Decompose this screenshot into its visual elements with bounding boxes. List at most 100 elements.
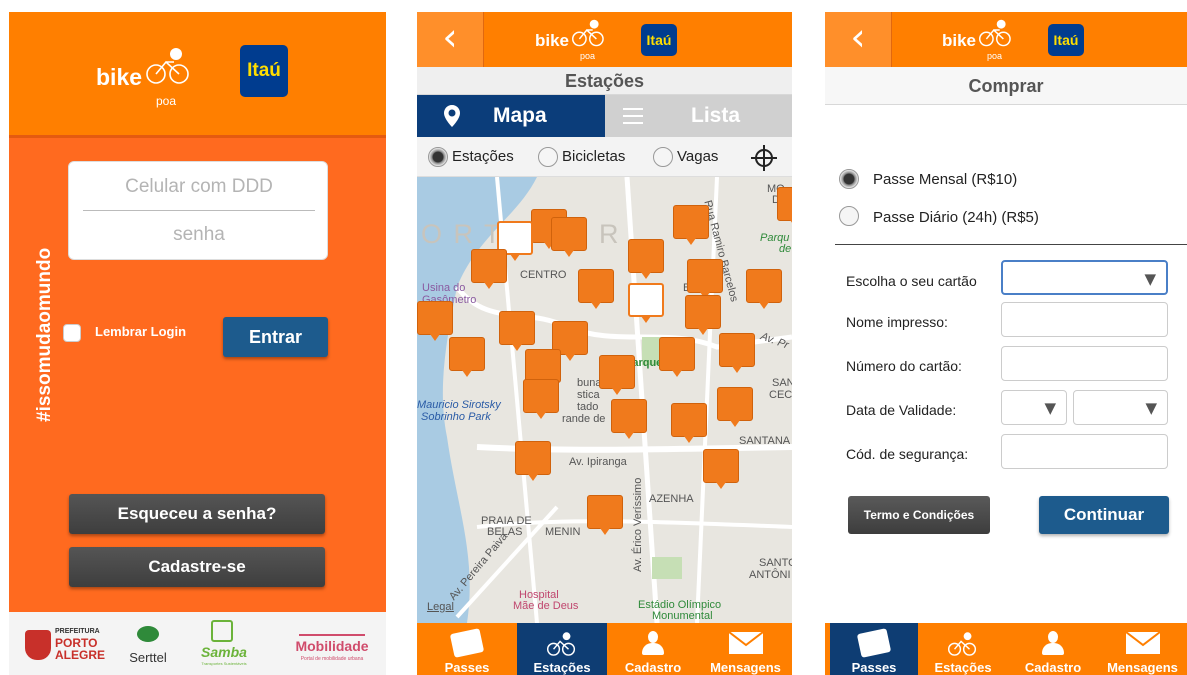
remember-checkbox[interactable] — [63, 324, 81, 342]
tab-cadastro[interactable]: Cadastro — [1008, 623, 1098, 675]
itau-logo: Itaú — [1048, 24, 1084, 56]
envelope-icon — [1124, 631, 1161, 654]
mobilidade-logo: Mobilidade Portal de mobilidade urbana — [287, 622, 377, 668]
terms-button[interactable]: Termo e Condições — [848, 496, 990, 534]
station-pin[interactable] — [685, 295, 721, 335]
tab-stations[interactable]: Estações — [918, 623, 1008, 675]
list-icon — [623, 108, 643, 124]
station-pin-selected[interactable] — [628, 283, 664, 323]
filter-bar: Estações Bicicletas Vagas — [417, 137, 792, 177]
page-title: Estações — [417, 67, 792, 95]
envelope-icon — [727, 631, 764, 654]
phone-input[interactable]: Celular com DDD — [83, 176, 315, 198]
station-pin[interactable] — [587, 495, 623, 535]
chevron-down-icon: ▼ — [1145, 399, 1157, 417]
locate-me-icon[interactable] — [750, 144, 778, 172]
name-field[interactable] — [1001, 302, 1168, 337]
station-pin[interactable] — [578, 269, 614, 309]
station-pin[interactable] — [523, 379, 559, 419]
chevron-down-icon: ▼ — [1144, 270, 1156, 288]
page-title: Comprar — [825, 67, 1187, 105]
tab-passes[interactable]: Passes — [830, 623, 918, 675]
back-button[interactable]: ‹ — [417, 12, 484, 67]
card-select[interactable]: ▼ — [1001, 260, 1168, 295]
login-form: Celular com DDD senha — [68, 161, 328, 260]
filter-stations-label: Estações — [452, 148, 514, 165]
filter-slots-label: Vagas — [677, 148, 719, 165]
validity-year-select[interactable]: ▼ — [1073, 390, 1168, 425]
tab-list[interactable]: Lista — [605, 95, 792, 137]
bike-icon — [572, 19, 604, 47]
station-pin[interactable] — [659, 337, 695, 377]
card-number-field[interactable] — [1001, 346, 1168, 381]
station-pin[interactable] — [746, 269, 782, 309]
monthly-pass-label: Passe Mensal (R$10) — [873, 171, 1018, 188]
samba-icon — [211, 620, 233, 642]
cvv-field[interactable] — [1001, 434, 1168, 469]
station-pin[interactable] — [719, 333, 755, 373]
bike-icon — [547, 632, 576, 656]
serttel-icon — [137, 626, 159, 642]
filter-bikes-label: Bicicletas — [562, 148, 626, 165]
tab-cadastro[interactable]: Cadastro — [607, 623, 699, 675]
cvv-label: Cód. de segurança: — [846, 446, 969, 462]
validity-month-select[interactable]: ▼ — [1001, 390, 1067, 425]
station-pin[interactable] — [515, 441, 551, 481]
bikepoa-logo: bike poa — [96, 48, 189, 108]
signup-button[interactable]: Cadastre-se — [69, 547, 325, 587]
tab-passes[interactable]: Passes — [417, 623, 517, 675]
bike-icon — [979, 19, 1011, 47]
prefeitura-logo: PREFEITURA PORTO ALEGRE — [23, 626, 113, 666]
city-seal-icon — [25, 630, 51, 660]
login-screen: bike poa Itaú #issomudaomundo Celular co… — [9, 12, 386, 675]
section-divider — [835, 244, 1187, 245]
continue-button[interactable]: Continuar — [1039, 496, 1169, 534]
stations-screen: ‹ bike poa Itaú Estações Mapa Lista Esta… — [417, 12, 792, 675]
station-pin[interactable] — [449, 337, 485, 377]
filter-slots-radio[interactable] — [653, 147, 673, 167]
serttel-logo: Serttel — [121, 624, 175, 666]
card-label: Escolha o seu cartão — [846, 273, 977, 289]
station-map[interactable]: O R T L E G R CENTRO Usina do Gasômetro … — [417, 177, 792, 623]
station-pin[interactable] — [687, 259, 723, 299]
tab-map[interactable]: Mapa — [417, 95, 605, 137]
enter-button[interactable]: Entrar — [223, 317, 328, 357]
app-header: ‹ bike poa Itaú — [825, 12, 1187, 67]
forgot-password-button[interactable]: Esqueceu a senha? — [69, 494, 325, 534]
station-pin[interactable] — [671, 403, 707, 443]
bikepoa-logo: bike poa — [535, 19, 604, 61]
filter-stations-radio[interactable] — [428, 147, 448, 167]
station-pin[interactable] — [499, 311, 535, 351]
back-button[interactable]: ‹ — [825, 12, 892, 67]
station-pin[interactable] — [628, 239, 664, 279]
itau-logo: Itaú — [240, 45, 288, 97]
password-input[interactable]: senha — [83, 224, 315, 246]
app-header: ‹ bike poa Itaú — [417, 12, 792, 67]
user-icon — [642, 631, 664, 657]
station-pin[interactable] — [673, 205, 709, 245]
station-pin[interactable] — [599, 355, 635, 395]
bike-icon — [948, 632, 977, 656]
user-icon — [1042, 631, 1064, 657]
field-divider — [83, 210, 315, 211]
daily-pass-radio[interactable] — [839, 206, 859, 226]
filter-bikes-radio[interactable] — [538, 147, 558, 167]
ticket-icon — [856, 628, 892, 658]
station-pin[interactable] — [551, 217, 587, 257]
tab-stations[interactable]: Estações — [517, 623, 607, 675]
monthly-pass-radio[interactable] — [839, 169, 859, 189]
tab-bar: Passes Estações Cadastro Mensagens — [417, 623, 792, 675]
station-pin[interactable] — [717, 387, 753, 427]
station-pin[interactable] — [471, 249, 507, 289]
itau-logo: Itaú — [641, 24, 677, 56]
tab-messages[interactable]: Mensagens — [699, 623, 792, 675]
sponsor-bar: PREFEITURA PORTO ALEGRE Serttel Samba Tr… — [9, 612, 386, 675]
card-number-label: Número do cartão: — [846, 358, 962, 374]
location-pin-icon — [444, 105, 460, 127]
station-pin[interactable] — [611, 399, 647, 439]
station-pin[interactable] — [777, 187, 792, 227]
validity-label: Data de Validade: — [846, 402, 957, 418]
station-pin[interactable] — [703, 449, 739, 489]
station-pin[interactable] — [417, 301, 453, 341]
tab-messages[interactable]: Mensagens — [1098, 623, 1187, 675]
